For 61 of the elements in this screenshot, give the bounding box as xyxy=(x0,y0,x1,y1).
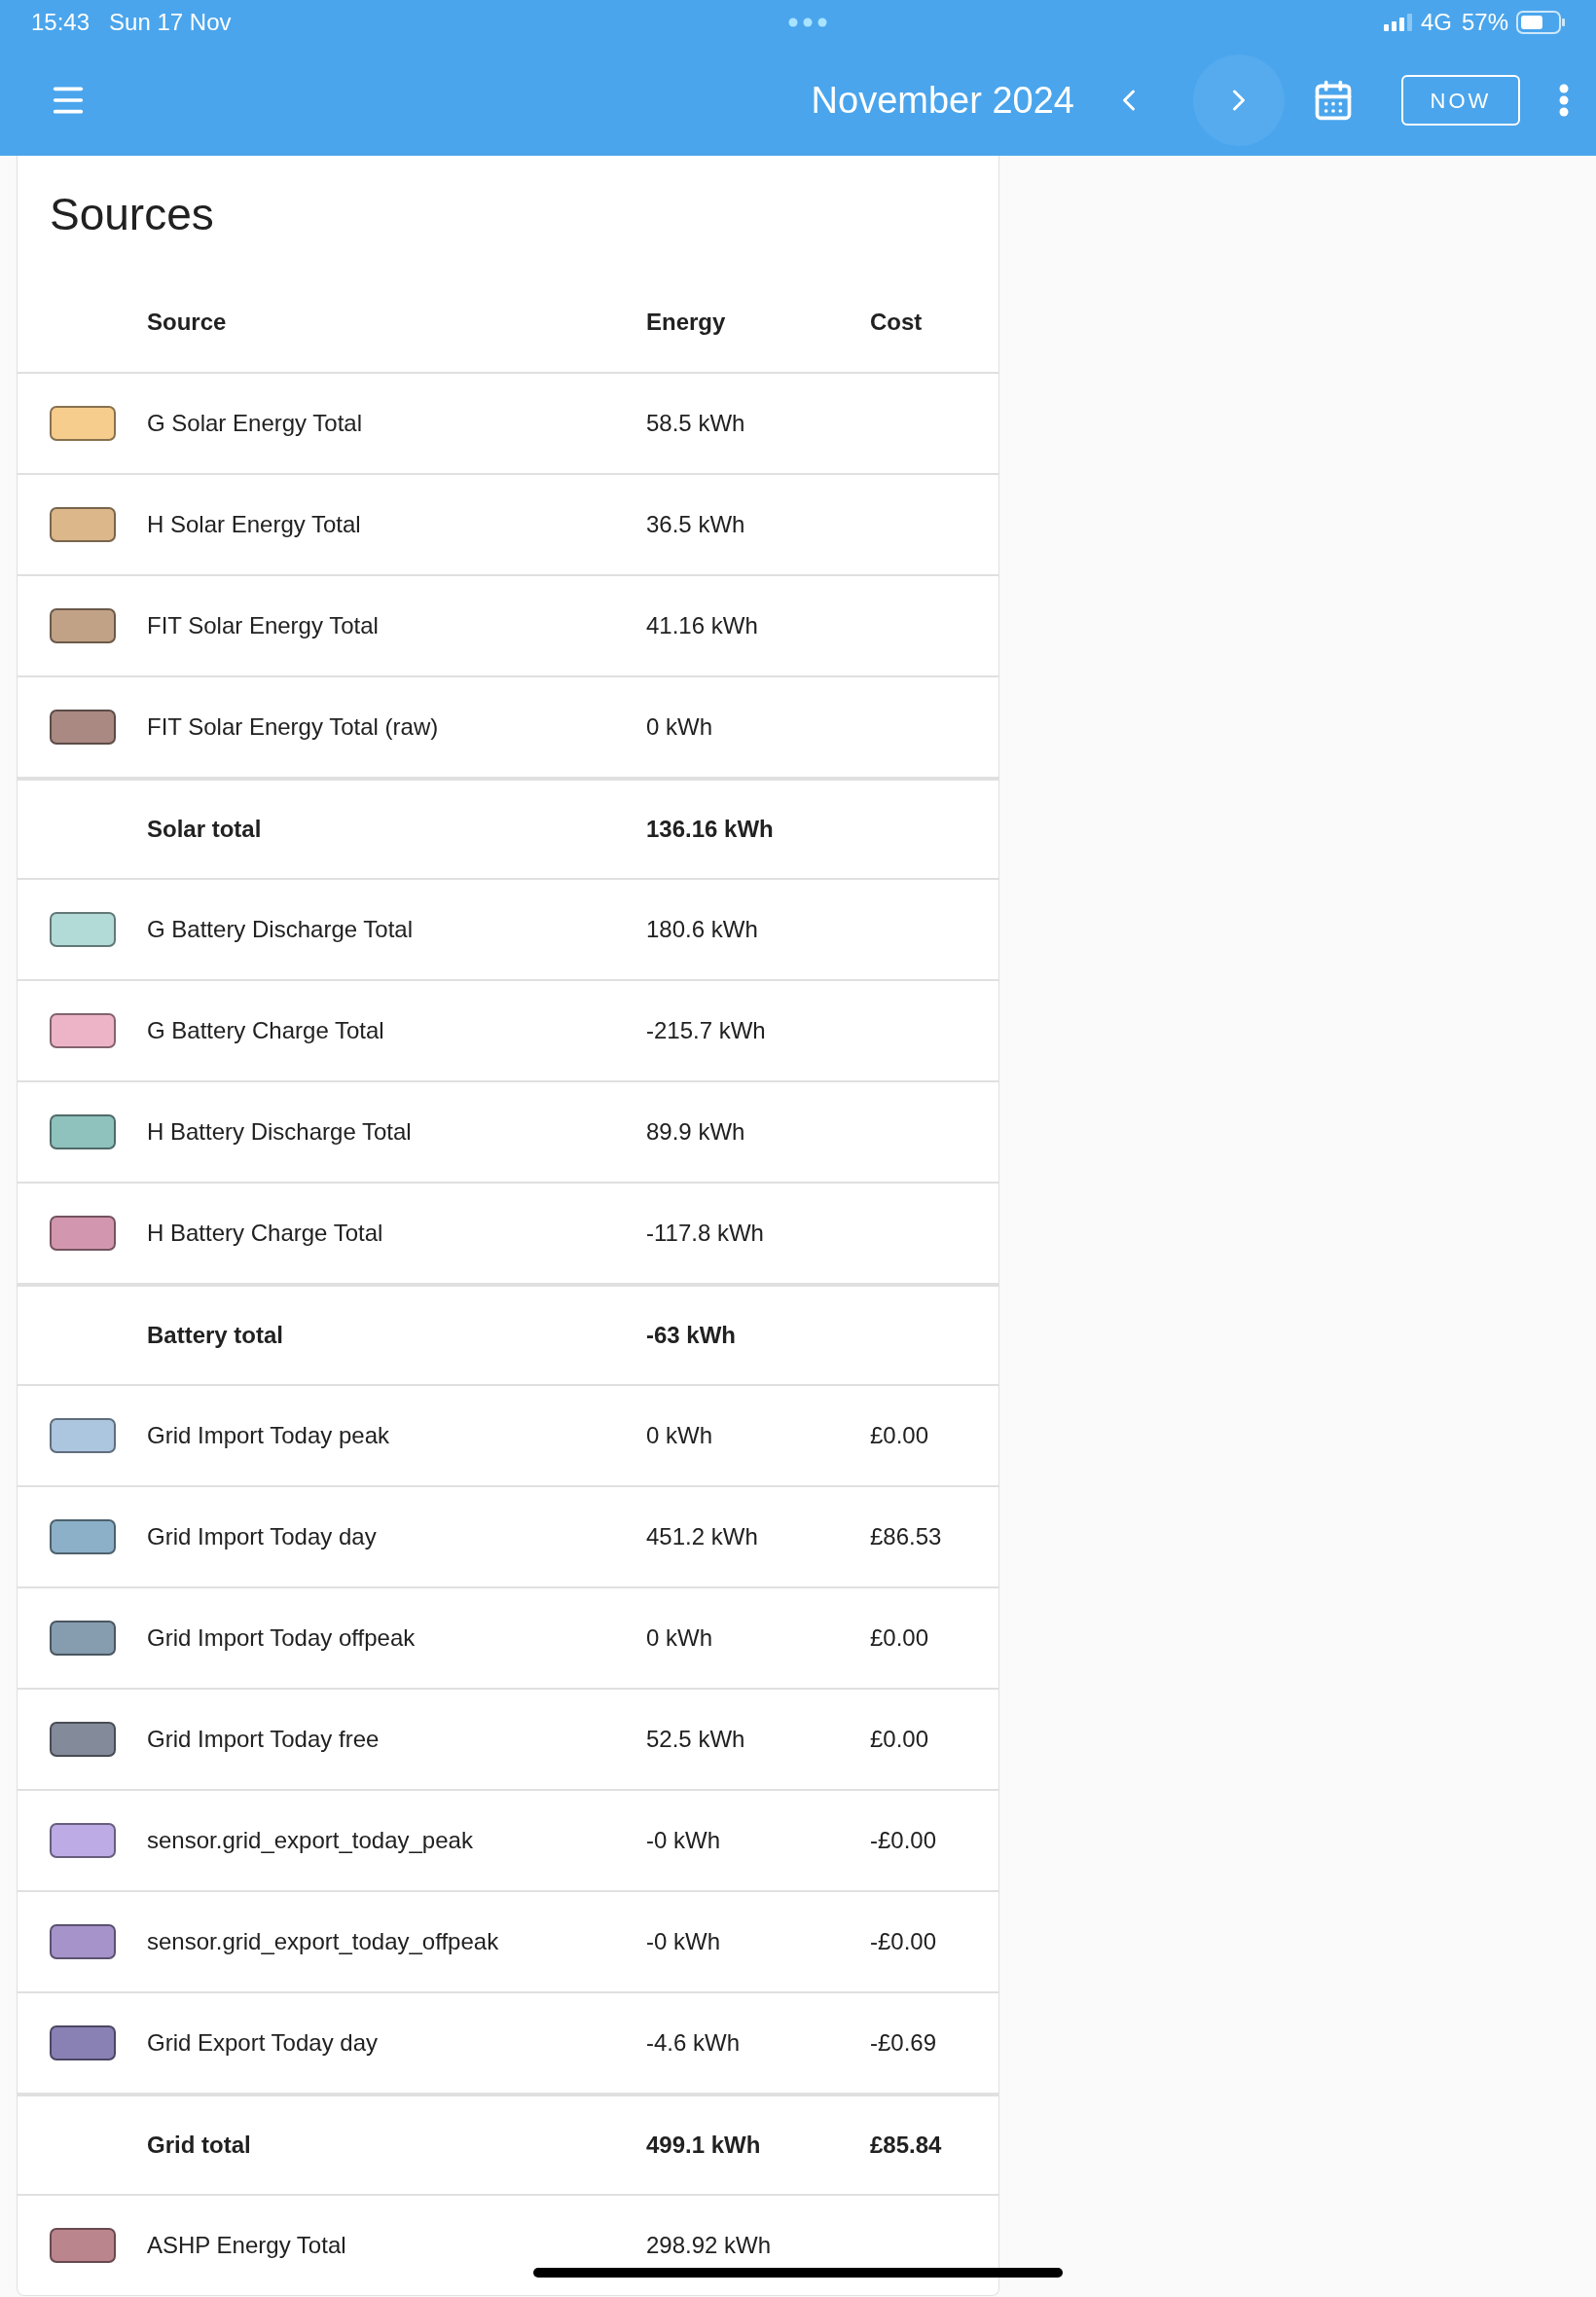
cost-value: £0.00 xyxy=(870,1421,929,1450)
column-header: Energy xyxy=(646,308,727,337)
column-header: Cost xyxy=(870,308,923,337)
source-name: Grid Import Today free xyxy=(147,1725,381,1754)
source-name: H Battery Charge Total xyxy=(147,1219,384,1248)
cost-value: -£0.69 xyxy=(870,2028,937,2058)
source-name: Grid Import Today peak xyxy=(147,1421,390,1450)
energy-value: 0 kWh xyxy=(646,1421,713,1450)
source-name: H Solar Energy Total xyxy=(147,510,362,539)
cost-value: £85.84 xyxy=(870,2131,942,2160)
total-label: Battery total xyxy=(147,1321,285,1350)
battery-percent: 57% xyxy=(1461,8,1508,37)
energy-value: 52.5 kWh xyxy=(646,1725,746,1754)
energy-value: -117.8 kWh xyxy=(646,1219,765,1248)
card-title: Sources xyxy=(50,187,214,241)
energy-value: 41.16 kWh xyxy=(646,611,759,640)
multitasking-dots-icon[interactable] xyxy=(787,18,827,27)
source-name: sensor.grid_export_today_peak xyxy=(147,1826,474,1855)
source-name: FIT Solar Energy Total xyxy=(147,611,380,640)
total-label: Grid total xyxy=(147,2131,252,2160)
energy-value: 0 kWh xyxy=(646,712,713,742)
column-header: Source xyxy=(147,308,228,337)
status-date: Sun 17 Nov xyxy=(109,8,232,37)
energy-value: -215.7 kWh xyxy=(646,1016,767,1045)
month-title: November 2024 xyxy=(811,78,1074,123)
source-name: sensor.grid_export_today_offpeak xyxy=(147,1927,500,1956)
energy-value: -63 kWh xyxy=(646,1321,737,1350)
cost-value: £0.00 xyxy=(870,1725,929,1754)
source-name: ASHP Energy Total xyxy=(147,2231,347,2260)
network-type: 4G xyxy=(1420,8,1452,37)
source-name: Grid Import Today offpeak xyxy=(147,1623,417,1653)
source-name: Grid Export Today day xyxy=(147,2028,379,2058)
source-name: G Solar Energy Total xyxy=(147,409,363,438)
energy-value: 89.9 kWh xyxy=(646,1117,746,1147)
battery-icon xyxy=(1516,11,1565,34)
source-name: G Battery Charge Total xyxy=(147,1016,385,1045)
cost-value: -£0.00 xyxy=(870,1927,937,1956)
cost-value: -£0.00 xyxy=(870,1826,937,1855)
source-name: Grid Import Today day xyxy=(147,1522,378,1551)
energy-value: 0 kWh xyxy=(646,1623,713,1653)
signal-icon xyxy=(1383,14,1413,31)
energy-value: -0 kWh xyxy=(646,1927,721,1956)
cost-value: £0.00 xyxy=(870,1623,929,1653)
more-options-button[interactable] xyxy=(1559,84,1569,117)
energy-value: -4.6 kWh xyxy=(646,2028,742,2058)
more-vertical-icon xyxy=(1559,84,1569,117)
now-button[interactable]: NOW xyxy=(1401,75,1520,126)
status-time: 15:43 xyxy=(31,8,91,37)
energy-value: 451.2 kWh xyxy=(646,1522,759,1551)
energy-value: 136.16 kWh xyxy=(646,815,775,844)
energy-value: 180.6 kWh xyxy=(646,915,759,944)
source-name: G Battery Discharge Total xyxy=(147,915,414,944)
source-name: H Battery Discharge Total xyxy=(147,1117,413,1147)
energy-value: -0 kWh xyxy=(646,1826,721,1855)
energy-value: 36.5 kWh xyxy=(646,510,746,539)
cost-value: £86.53 xyxy=(870,1522,942,1551)
energy-value: 499.1 kWh xyxy=(646,2131,762,2160)
energy-value: 58.5 kWh xyxy=(646,409,746,438)
energy-value: 298.92 kWh xyxy=(646,2231,773,2260)
source-name: FIT Solar Energy Total (raw) xyxy=(147,712,440,742)
total-label: Solar total xyxy=(147,815,263,844)
